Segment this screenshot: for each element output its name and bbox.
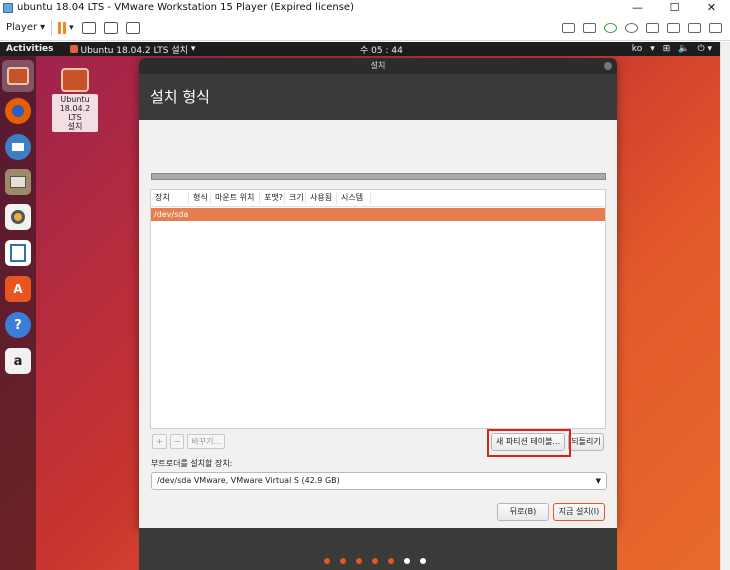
progress-dot: [420, 558, 426, 564]
add-partition-button[interactable]: +: [152, 434, 167, 449]
progress-dot: [388, 558, 394, 564]
vmware-scrollbar[interactable]: [720, 42, 730, 570]
bootloader-device-select[interactable]: /dev/sda VMware, VMware Virtual S (42.9 …: [151, 472, 607, 490]
desktop-icon-label: Ubuntu 18.04.2 LTS 설치: [52, 94, 98, 132]
power-menu[interactable]: ⏻ ▾: [698, 44, 713, 54]
dock-help[interactable]: ?: [5, 312, 31, 338]
bootloader-label: 부트로더를 설치할 장치:: [151, 459, 233, 468]
fullscreen-icon[interactable]: [103, 21, 118, 34]
dropdown-arrow-icon: ▼: [595, 477, 601, 485]
install-progress-dots: [324, 558, 426, 564]
maximize-button[interactable]: ☐: [656, 0, 693, 15]
dock-ubiquity-installer[interactable]: [2, 60, 34, 92]
progress-dot: [324, 558, 330, 564]
chevron-down-icon[interactable]: ▾: [650, 44, 655, 54]
printer-icon[interactable]: [667, 22, 680, 33]
sound-card-icon[interactable]: [646, 22, 659, 33]
toolbar-divider: [51, 19, 53, 36]
help-icon: ?: [14, 317, 22, 333]
column-header-system[interactable]: 시스템: [337, 192, 371, 204]
column-header-device[interactable]: 장치: [151, 192, 189, 204]
app-menu[interactable]: Ubuntu 18.04.2 LTS 설치 ▾: [69, 43, 196, 56]
progress-dot: [404, 558, 410, 564]
pause-icon[interactable]: [58, 21, 67, 34]
display-icon[interactable]: [688, 22, 701, 33]
thunderbird-icon: [12, 143, 24, 151]
dock-files[interactable]: [5, 169, 31, 195]
send-ctrl-alt-del-icon[interactable]: [81, 21, 96, 34]
change-partition-button[interactable]: 바꾸기...: [187, 434, 226, 449]
message-log-icon[interactable]: [709, 22, 722, 33]
column-header-mount[interactable]: 마운트 위치: [211, 192, 260, 204]
close-icon[interactable]: [604, 62, 612, 70]
bootloader-device-value: /dev/sda VMware, VMware Virtual S (42.9 …: [157, 476, 340, 485]
desktop-install-icon[interactable]: Ubuntu 18.04.2 LTS 설치: [52, 68, 98, 132]
gnome-top-bar: Activities Ubuntu 18.04.2 LTS 설치 ▾ 수 05 …: [0, 42, 720, 56]
remove-partition-button[interactable]: −: [169, 434, 185, 449]
app-menu-label: Ubuntu 18.04.2 LTS 설치: [80, 45, 188, 56]
install-now-button[interactable]: 지금 설치(I): [553, 503, 605, 521]
window-title: ubuntu 18.04 LTS - VMware Workstation 15…: [17, 2, 354, 13]
installer-icon: [7, 67, 29, 85]
dock-ubuntu-software[interactable]: A: [5, 276, 31, 302]
usb-device-icon[interactable]: [625, 22, 638, 33]
network-icon[interactable]: ⊞: [663, 44, 671, 54]
player-menu-button[interactable]: Player ▾: [6, 22, 45, 33]
hard-disk-icon[interactable]: [562, 22, 575, 33]
table-row[interactable]: /dev/sda: [151, 208, 605, 221]
device-tray: [562, 22, 722, 33]
column-header-used[interactable]: 사용됨: [306, 192, 337, 204]
network-adapter-icon[interactable]: [604, 22, 617, 33]
annotation-highlight-box: [487, 429, 571, 457]
rhythmbox-icon: [11, 210, 25, 224]
column-header-size[interactable]: 크기: [285, 192, 306, 204]
desktop-icon-label-line: 18.04.2 LTS: [59, 104, 91, 122]
desktop-icon-label-line: 설치: [67, 122, 83, 131]
progress-dot: [340, 558, 346, 564]
dock-amazon[interactable]: a: [5, 348, 31, 374]
table-header: 장치 형식 마운트 위치 포맷? 크기 사용됨 시스템: [151, 190, 605, 207]
progress-dot: [372, 558, 378, 564]
unity-mode-icon[interactable]: [125, 21, 140, 34]
revert-button[interactable]: 되돌리기: [568, 433, 604, 451]
dock-thunderbird[interactable]: [5, 134, 31, 160]
amazon-icon: a: [13, 353, 23, 369]
cd-drive-icon[interactable]: [583, 22, 596, 33]
progress-dot: [356, 558, 362, 564]
partition-bar: [151, 173, 606, 180]
page-title: 설치 형식: [139, 74, 617, 120]
chevron-down-icon: ▾: [40, 22, 46, 33]
firefox-icon: [12, 105, 24, 117]
column-header-format[interactable]: 포맷?: [260, 192, 285, 204]
player-menu-label: Player: [6, 22, 38, 33]
clock[interactable]: 수 05 : 44: [360, 43, 403, 56]
back-button[interactable]: 뒤로(B): [497, 503, 549, 521]
chevron-down-icon: ▾: [190, 44, 196, 54]
files-icon: [10, 176, 26, 188]
close-button[interactable]: ✕: [693, 0, 730, 15]
installer-mini-icon: [69, 45, 78, 53]
installer-icon: [61, 68, 89, 92]
minimize-button[interactable]: —: [619, 0, 656, 15]
dock: A ? a: [0, 56, 36, 570]
vmware-toolbar: Player ▾ ▾: [0, 15, 730, 41]
column-header-type[interactable]: 형식: [189, 192, 211, 204]
desktop-icon-label-line: Ubuntu: [60, 95, 90, 104]
writer-icon: [10, 244, 26, 262]
vmware-app-icon: [3, 2, 13, 13]
language-indicator[interactable]: ko: [632, 44, 642, 54]
dock-rhythmbox[interactable]: [5, 204, 31, 230]
system-tray: ko ▾ ⊞ 🔈 ⏻ ▾: [632, 44, 712, 54]
installer-titlebar: 설치: [139, 58, 617, 74]
window-titlebar: ubuntu 18.04 LTS - VMware Workstation 15…: [0, 0, 730, 15]
software-center-icon: A: [13, 282, 23, 296]
partition-actions: + − 바꾸기...: [152, 434, 226, 449]
volume-icon[interactable]: 🔈: [678, 44, 689, 54]
pause-menu-chevron-icon[interactable]: ▾: [69, 23, 74, 33]
installer-window-title: 설치: [370, 61, 386, 70]
activities-button[interactable]: Activities: [6, 44, 54, 54]
partition-table: 장치 형식 마운트 위치 포맷? 크기 사용됨 시스템 /dev/sda: [150, 189, 606, 429]
dock-libreoffice-writer[interactable]: [5, 240, 31, 266]
dock-firefox[interactable]: [5, 98, 31, 124]
